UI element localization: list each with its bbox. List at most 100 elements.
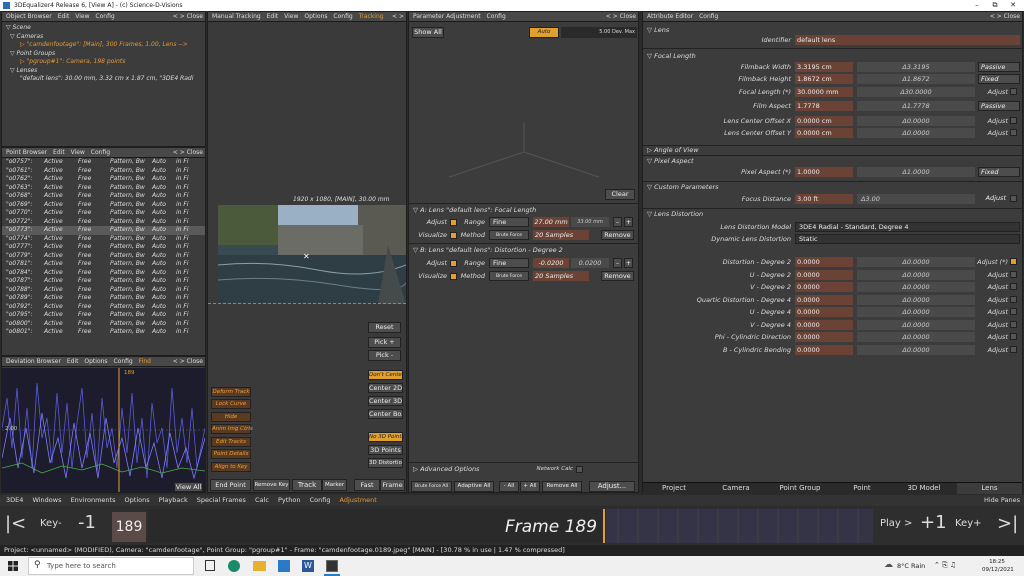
tab-lens[interactable]: Lens [957,483,1022,494]
b-range-from[interactable]: -0.0200 [533,258,569,268]
point-row[interactable]: "o0789": Active Free Pattern, Bw Auto in Fi [2,294,205,303]
distortion-mode-label[interactable]: Adjust [961,320,1008,330]
auto-button[interactable]: Auto [529,27,559,38]
menu-options[interactable]: Options [84,358,107,365]
distortion-mode-label[interactable]: Adjust (*) [961,257,1008,267]
remove-b-button[interactable]: Remove [601,271,634,281]
tree-lenses[interactable]: ▽ Lenses [2,67,205,76]
menu-windows[interactable]: Windows [32,496,61,504]
a-range-to[interactable]: 33.00 mm [571,217,609,227]
menu-calc[interactable]: Calc [255,496,269,504]
focus-distance-mode[interactable]: Adjust [978,194,1008,204]
menu-config[interactable]: Config [310,496,331,504]
visualize-b-checkbox[interactable] [450,273,457,280]
align-to-key-button[interactable]: Align to Key [211,462,251,472]
frame-button[interactable]: Frame [380,479,405,491]
dynamic-distortion-select[interactable]: Static [795,234,1020,244]
menu-view[interactable]: View [284,13,298,20]
pixel-aspect-delta[interactable]: Δ1.0000 [857,167,975,177]
dev-max-slider[interactable]: 5.00 Dev. Max [561,27,637,38]
attr-value-field[interactable]: 0.0000 cm [795,128,853,138]
view-all-button[interactable]: View All [174,482,203,492]
point-row[interactable]: "o0800": Active Free Pattern, Bw Auto in Fi [2,320,205,329]
point-row[interactable]: "o0772": Active Free Pattern, Bw Auto in Fi [2,218,205,227]
tree-pointgroup-item[interactable]: ▷ "pgroup#1": Camera, 198 points [2,58,205,67]
point-row[interactable]: "o0792": Active Free Pattern, Bw Auto in Fi [2,303,205,312]
go-end-icon[interactable]: >| [997,513,1018,534]
menu-view[interactable]: View [75,13,89,20]
attr-delta-field[interactable]: Δ3.3195 [857,62,975,72]
distortion-delta-field[interactable]: Δ0.0000 [857,332,975,342]
attr-mode-label[interactable]: Adjust [978,87,1008,97]
lens-distortion-section[interactable]: ▽ Lens Distortion [647,209,703,219]
point-row[interactable]: "o0788": Active Free Pattern, Bw Auto in Fi [2,286,205,295]
point-row[interactable]: "o0774": Active Free Pattern, Bw Auto in Fi [2,235,205,244]
b-samples[interactable]: 20 Samples [533,271,589,281]
deform-track-button[interactable]: Deform Track [211,387,251,397]
photos-icon[interactable] [278,560,290,572]
tab-point[interactable]: Point [833,483,891,494]
network-calc-checkbox[interactable] [576,466,583,473]
menu-config[interactable]: Config [333,13,352,20]
word-icon[interactable]: W [302,560,314,572]
point-row[interactable]: "o0762": Active Free Pattern, Bw Auto in Fi [2,175,205,184]
distortion-delta-field[interactable]: Δ0.0000 [857,294,975,305]
tab-3d-model[interactable]: 3D Model [891,483,957,494]
distortion-delta-field[interactable]: Δ0.0000 [857,282,975,292]
lens-section[interactable]: ▽ Lens [647,25,669,35]
distortion-mode-label[interactable]: Adjust [961,332,1008,342]
windows-start-icon[interactable] [8,561,18,571]
pixel-aspect-field[interactable]: 1.0000 [795,167,853,177]
go-start-icon[interactable]: |< [5,513,26,534]
menu-find[interactable]: Find [139,358,151,365]
remove-a-button[interactable]: Remove [601,230,634,240]
distortion-model-select[interactable]: 3DE4 Radial - Standard, Degree 4 [795,222,1020,232]
hide-panes-button[interactable]: Hide Panes [984,495,1020,505]
distortion-value-field[interactable]: 0.0000 [795,257,853,267]
tab-camera[interactable]: Camera [705,483,767,494]
point-row[interactable]: "o0787": Active Free Pattern, Bw Auto in Fi [2,277,205,286]
menu-options[interactable]: Options [125,496,150,504]
b-plus-button[interactable]: + [624,258,633,268]
show-all-button[interactable]: Show All [412,27,444,38]
menu-edit[interactable]: Edit [53,149,65,156]
attr-value-field[interactable]: 3.3195 cm [795,62,853,72]
end-point-button[interactable]: End Point [210,479,251,491]
point-details-button[interactable]: Point Details [211,449,251,459]
menu-edit[interactable]: Edit [267,13,279,20]
tab-project[interactable]: Project [643,483,705,494]
distortion-delta-field[interactable]: Δ0.0000 [857,257,975,267]
distortion-delta-field[interactable]: Δ0.0000 [857,344,975,355]
attr-adjust-checkbox[interactable] [1010,117,1017,124]
clear-button[interactable]: Clear [605,189,635,200]
menu-tracking[interactable]: Tracking [359,13,384,20]
menu-playback[interactable]: Playback [159,496,188,504]
attr-adjust-checkbox[interactable] [1010,129,1017,136]
3de4-taskbar-icon[interactable] [326,560,338,572]
tree-scene[interactable]: ▽ Scene [2,24,205,33]
attr-mode-select[interactable]: Fixed [978,74,1020,84]
a-plus-button[interactable]: + [624,217,633,227]
distortion-adjust-checkbox[interactable] [1010,345,1017,353]
menu-environments[interactable]: Environments [71,496,116,504]
tree-point-groups[interactable]: ▽ Point Groups [2,50,205,59]
focal-length-section[interactable]: ▽ Focal Length [647,51,696,61]
minimize-icon[interactable]: – [968,0,986,11]
hide-button[interactable]: Hide [211,412,251,422]
edge-icon[interactable] [228,560,240,572]
attr-value-field[interactable]: 1.7778 [795,101,853,111]
distortion-adjust-checkbox[interactable] [1010,308,1017,315]
pixel-aspect-mode[interactable]: Fixed [978,167,1020,177]
distortion-value-field[interactable]: 0.0000 [795,282,853,292]
remove-all-button[interactable]: Remove All [542,481,582,492]
menu-3de4[interactable]: 3DE4 [6,496,23,504]
attr-mode-select[interactable]: Passive [978,62,1020,72]
adjust-dialog-button[interactable]: Adjust... [589,481,635,492]
center-box-button[interactable]: Center Box [368,409,403,419]
distortion-adjust-checkbox[interactable] [1010,320,1017,328]
b-range-to[interactable]: 0.0200 [571,258,609,268]
close-icon[interactable]: ✕ [1004,0,1022,11]
3d-distortion-button[interactable]: 3D Distortion [368,458,403,468]
marker-button[interactable]: Marker [322,479,347,491]
tray-icons[interactable]: ⌃ ⎘ ♫ [934,561,956,570]
